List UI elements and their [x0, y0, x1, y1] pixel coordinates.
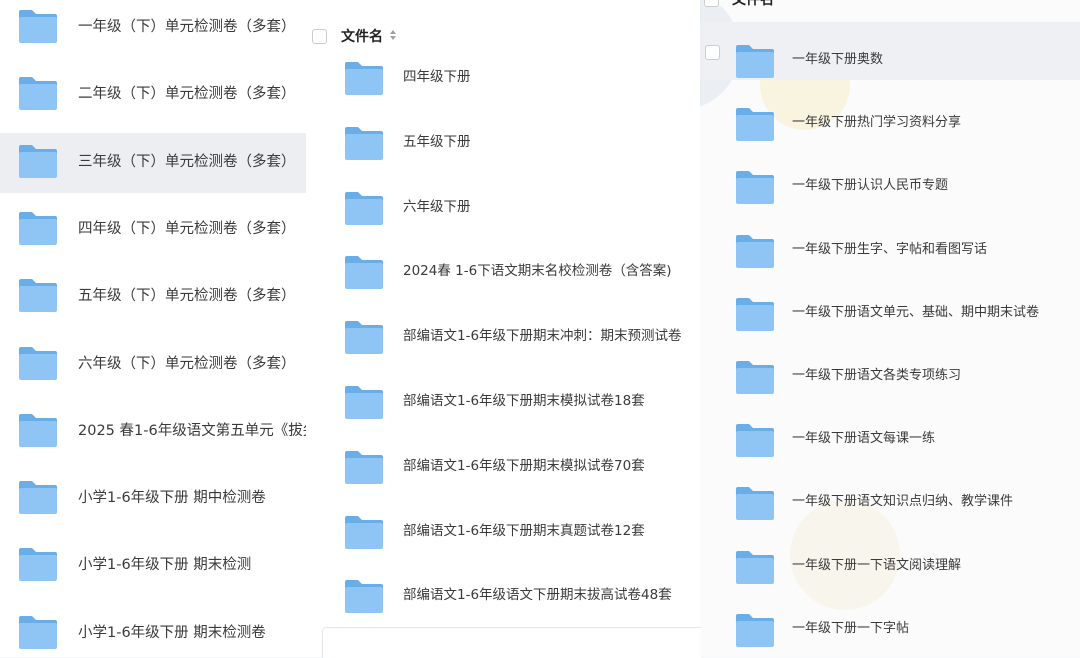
folder-row[interactable]: 四年级下册 — [306, 46, 700, 106]
folder-name[interactable]: 部编语文1-6年级下册期末冲刺：期末预测试卷 — [403, 327, 682, 345]
folder-icon — [735, 106, 775, 142]
folder-name[interactable]: 五年级下册 — [403, 133, 471, 151]
folder-name[interactable]: 小学1-6年级下册 期末检测卷 — [78, 624, 266, 642]
folder-icon — [18, 8, 58, 44]
folder-name[interactable]: 四年级下册 — [403, 68, 471, 86]
folder-icon — [344, 190, 384, 226]
folder-row[interactable]: 2025 春1-6年级语文第五单元《拔尖 — [0, 402, 306, 462]
folder-row[interactable]: 三年级（下）单元检测卷（多套） — [0, 132, 306, 193]
folder-row[interactable]: 一年级下册语文各类专项练习 — [700, 345, 1080, 405]
folder-name[interactable]: 一年级下册语文单元、基础、期中期末试卷 — [792, 304, 1039, 322]
folder-name[interactable]: 一年级下册认识人民币专题 — [792, 177, 948, 195]
folder-icon — [344, 254, 384, 290]
folder-name[interactable]: 六年级下册 — [403, 198, 471, 216]
folder-row[interactable]: 小学1-6年级下册 期末检测卷 — [0, 604, 306, 657]
filename-column-header[interactable]: 文件名 — [341, 26, 383, 46]
folder-name[interactable]: 一年级下册热门学习资料分享 — [792, 114, 961, 132]
folder-icon — [18, 210, 58, 246]
folder-row[interactable]: 二年级（下）单元检测卷（多套） — [0, 65, 306, 125]
folder-icon — [18, 277, 58, 313]
folder-icon — [735, 43, 775, 79]
folder-icon — [344, 60, 384, 96]
folder-icon — [18, 345, 58, 381]
folder-row[interactable]: 部编语文1-6年级下册期末冲刺：期末预测试卷 — [306, 305, 700, 365]
folder-name[interactable]: 一年级下册奥数 — [792, 51, 883, 69]
folder-list-right: 文件名 一年级下册奥数 一年级下册热门学习资料分享 一年级下册认识人民币专题 一年级下… — [700, 0, 1080, 657]
folder-name[interactable]: 一年级下册语文每课一练 — [792, 430, 935, 448]
folder-list-left: 一年级（下）单元检测卷（多套） 二年级（下）单元检测卷（多套） 三年级（下）单元检测… — [0, 0, 306, 657]
folder-name[interactable]: 一年级下册语文各类专项练习 — [792, 367, 961, 385]
folder-icon — [344, 449, 384, 485]
folder-name[interactable]: 2024春 1-6下语文期末名校检测卷（含答案) — [403, 262, 671, 280]
folder-row[interactable]: 一年级下册生字、字帖和看图写话 — [700, 219, 1080, 279]
folder-icon — [344, 578, 384, 614]
folder-row[interactable]: 小学1-6年级下册 期中检测卷 — [0, 469, 306, 529]
folder-icon — [735, 485, 775, 521]
folder-row[interactable]: 一年级下册语文单元、基础、期中期末试卷 — [700, 282, 1080, 342]
folder-row[interactable]: 部编语文1-6年级下册期末模拟试卷70套 — [306, 435, 700, 495]
folder-row[interactable]: 部编语文1-6年级下册期末模拟试卷18套 — [306, 370, 700, 430]
folder-row[interactable]: 五年级下册 — [306, 111, 700, 171]
folder-row[interactable]: 一年级下册一下语文阅读理解 — [700, 535, 1080, 595]
folder-icon — [18, 546, 58, 582]
folder-icon — [18, 75, 58, 111]
folder-icon — [735, 233, 775, 269]
folder-row[interactable]: 2024春 1-6下语文期末名校检测卷（含答案) — [306, 240, 700, 300]
folder-icon — [735, 359, 775, 395]
folder-row[interactable]: 一年级（下）单元检测卷（多套） — [0, 0, 306, 58]
folder-name[interactable]: 2025 春1-6年级语文第五单元《拔尖 — [78, 422, 306, 440]
folder-name[interactable]: 三年级（下）单元检测卷（多套） — [78, 153, 296, 171]
folder-icon — [18, 412, 58, 448]
folder-row[interactable]: 一年级下册语文每课一练 — [700, 408, 1080, 468]
select-all-checkbox[interactable] — [704, 0, 719, 7]
folder-icon — [18, 143, 58, 179]
folder-row[interactable]: 小学1-6年级下册 期末检测 — [0, 536, 306, 596]
folder-icon — [344, 384, 384, 420]
folder-row[interactable]: 部编语文1-6年级下册期末真题试卷12套 — [306, 500, 700, 560]
folder-row[interactable]: 五年级（下）单元检测卷（多套） — [0, 267, 306, 327]
folder-icon — [18, 614, 58, 650]
folder-row[interactable]: 四年级（下）单元检测卷（多套） — [0, 200, 306, 260]
folder-row[interactable]: 一年级下册认识人民币专题 — [700, 155, 1080, 215]
folder-icon — [344, 514, 384, 550]
folder-name[interactable]: 部编语文1-6年级下册期末模拟试卷70套 — [403, 457, 645, 475]
folder-name[interactable]: 一年级下册一下字帖 — [792, 620, 909, 638]
folder-name[interactable]: 部编语文1-6年级下册期末真题试卷12套 — [403, 522, 645, 540]
folder-name[interactable]: 一年级下册语文知识点归纳、教学课件 — [792, 493, 1013, 511]
folder-row[interactable]: 一年级下册热门学习资料分享 — [700, 92, 1080, 152]
folder-name[interactable]: 四年级（下）单元检测卷（多套） — [78, 220, 296, 238]
folder-row[interactable]: 一年级下册语文知识点归纳、教学课件 — [700, 471, 1080, 531]
folder-icon — [735, 169, 775, 205]
list-footer — [322, 627, 701, 658]
folder-name[interactable]: 部编语文1-6年级语文下册期末拔高试卷48套 — [403, 586, 672, 604]
folder-row[interactable]: 部编语文1-6年级语文下册期末拔高试卷48套 — [306, 564, 700, 624]
folder-row[interactable]: 六年级下册 — [306, 176, 700, 236]
folder-icon — [344, 125, 384, 161]
select-all-checkbox[interactable] — [312, 29, 327, 44]
folder-icon — [735, 422, 775, 458]
folder-icon — [735, 549, 775, 585]
folder-name[interactable]: 部编语文1-6年级下册期末模拟试卷18套 — [403, 392, 645, 410]
folder-icon — [18, 479, 58, 515]
sort-icon[interactable] — [389, 29, 397, 41]
folder-name[interactable]: 一年级下册生字、字帖和看图写话 — [792, 241, 987, 259]
folder-list-middle: 文件名 四年级下册五年级下册六年级下册 2024春 1-6下语文期末名校检测卷（含… — [306, 0, 700, 657]
folder-name[interactable]: 一年级下册一下语文阅读理解 — [792, 557, 961, 575]
folder-name[interactable]: 小学1-6年级下册 期中检测卷 — [78, 489, 266, 507]
folder-icon — [735, 612, 775, 648]
folder-name[interactable]: 五年级（下）单元检测卷（多套） — [78, 287, 296, 305]
folder-name[interactable]: 小学1-6年级下册 期末检测 — [78, 556, 251, 574]
folder-name[interactable]: 二年级（下）单元检测卷（多套） — [78, 85, 296, 103]
folder-row[interactable]: 六年级（下）单元检测卷（多套） — [0, 335, 306, 395]
folder-icon — [344, 319, 384, 355]
folder-row[interactable]: 一年级下册一下字帖 — [700, 598, 1080, 657]
folder-name[interactable]: 六年级（下）单元检测卷（多套） — [78, 355, 296, 373]
folder-name[interactable]: 一年级（下）单元检测卷（多套） — [78, 18, 296, 36]
filename-column-header[interactable]: 文件名 — [732, 0, 774, 9]
folder-row[interactable]: 一年级下册奥数 — [700, 29, 1080, 89]
folder-icon — [735, 296, 775, 332]
